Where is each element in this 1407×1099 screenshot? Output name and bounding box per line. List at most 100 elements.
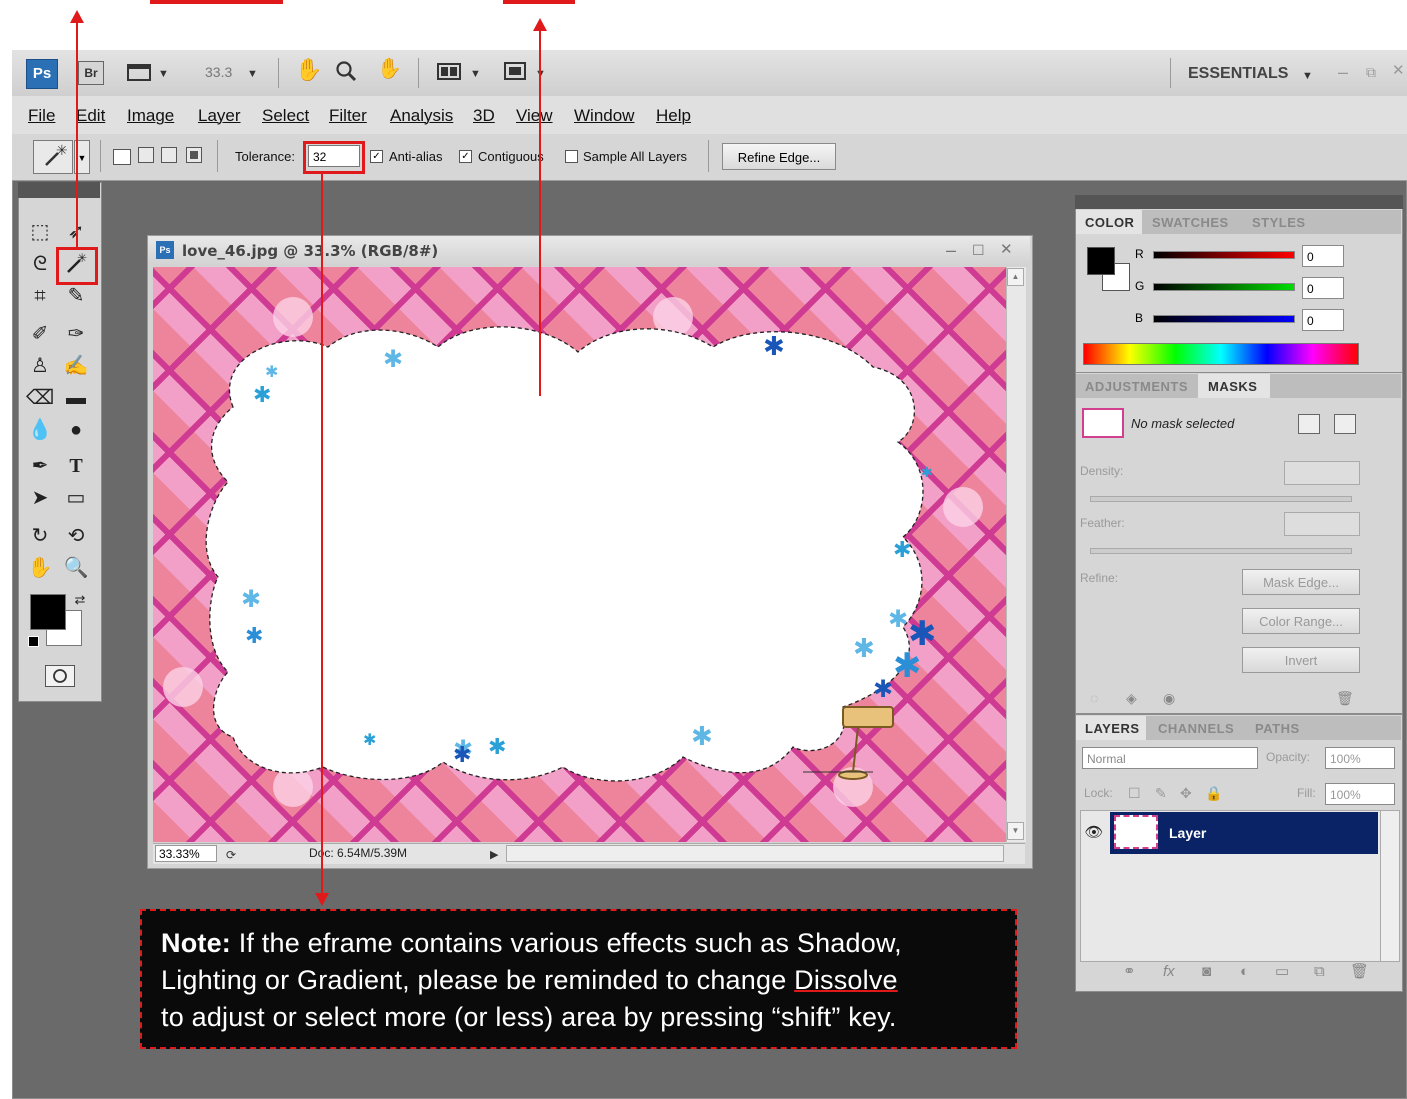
antialias-checkbox[interactable]: ✓ <box>370 150 383 163</box>
selection-mode-new[interactable] <box>113 149 131 165</box>
brush-tool-icon[interactable]: ✑ <box>62 320 90 348</box>
visibility-mask-icon[interactable]: ◉ <box>1163 688 1175 708</box>
crop-tool-icon[interactable]: ⌗ <box>26 282 54 310</box>
status-preview-icon[interactable]: ⟳ <box>226 845 236 865</box>
menu-help[interactable]: Help <box>656 106 691 126</box>
rotate-view-icon[interactable]: ✋ <box>377 59 402 79</box>
delete-mask-icon[interactable]: 🗑 <box>1336 688 1354 708</box>
scroll-up-arrow[interactable]: ▲ <box>1007 268 1024 286</box>
menu-file[interactable]: File <box>28 106 55 126</box>
screen-mode-icon[interactable] <box>125 62 155 86</box>
default-colors-icon[interactable] <box>28 636 39 647</box>
menu-filter[interactable]: Filter <box>329 106 367 126</box>
new-layer-icon[interactable]: ⧉ <box>1314 962 1325 982</box>
lock-all-icon[interactable]: 🔒 <box>1205 783 1222 803</box>
restore-icon[interactable]: ⧉ <box>1366 62 1376 82</box>
quick-mask-button[interactable] <box>45 665 75 687</box>
density-input[interactable] <box>1284 461 1360 485</box>
blend-mode-select[interactable]: Normal <box>1082 747 1258 769</box>
r-value-input[interactable]: 0 <box>1302 245 1344 267</box>
feather-input[interactable] <box>1284 512 1360 536</box>
menu-layer[interactable]: Layer <box>198 106 241 126</box>
horizontal-scrollbar[interactable] <box>506 845 1004 862</box>
color-range-button[interactable]: Color Range... <box>1242 608 1360 634</box>
type-tool-icon[interactable]: T <box>62 452 90 480</box>
lock-image-icon[interactable]: ✎ <box>1155 783 1167 803</box>
eraser-tool-icon[interactable]: ⌫ <box>26 384 54 412</box>
lasso-tool-icon[interactable]: ᘓ <box>26 250 54 278</box>
blur-tool-icon[interactable]: 💧 <box>26 416 54 444</box>
g-slider[interactable] <box>1153 283 1295 291</box>
density-slider[interactable] <box>1090 496 1352 502</box>
layer-visibility-icon[interactable]: 👁 <box>1080 812 1108 854</box>
chevron-down-icon[interactable]: ▼ <box>470 64 481 84</box>
tab-adjustments[interactable]: ADJUSTMENTS <box>1085 379 1188 394</box>
menu-window[interactable]: Window <box>574 106 634 126</box>
layer-name[interactable]: Layer <box>1169 825 1206 841</box>
gradient-tool-icon[interactable]: ▬ <box>62 384 90 412</box>
tool-preset-picker[interactable]: ✳ <box>33 140 73 174</box>
bridge-button[interactable]: Br <box>78 61 104 85</box>
panel-dock-header[interactable] <box>1075 195 1403 209</box>
mask-edge-button[interactable]: Mask Edge... <box>1242 569 1360 595</box>
tab-channels[interactable]: CHANNELS <box>1158 721 1234 736</box>
contiguous-checkbox[interactable]: ✓ <box>459 150 472 163</box>
tab-masks[interactable]: MASKS <box>1208 379 1257 394</box>
add-pixel-mask-icon[interactable] <box>1298 414 1320 434</box>
invert-button[interactable]: Invert <box>1242 647 1360 673</box>
tab-swatches[interactable]: SWATCHES <box>1152 215 1229 230</box>
toolbox-header[interactable] <box>18 182 100 198</box>
tab-layers[interactable]: LAYERS <box>1085 721 1140 736</box>
arrange-documents-icon[interactable] <box>436 61 462 85</box>
opacity-input[interactable]: 100% <box>1325 747 1395 769</box>
b-slider[interactable] <box>1153 315 1295 323</box>
color-fg-swatch[interactable] <box>1087 247 1115 275</box>
load-selection-icon[interactable]: ◌ <box>1090 688 1098 708</box>
selection-mode-subtract[interactable] <box>161 147 177 163</box>
menu-image[interactable]: Image <box>127 106 174 126</box>
b-value-input[interactable]: 0 <box>1302 309 1344 331</box>
fill-input[interactable]: 100% <box>1325 783 1395 805</box>
minimize-icon[interactable]: – <box>1338 62 1348 82</box>
link-layers-icon[interactable]: ⚭ <box>1123 962 1136 982</box>
marquee-tool-icon[interactable]: ⬚ <box>26 218 54 246</box>
pen-tool-icon[interactable]: ✒ <box>26 452 54 480</box>
shape-tool-icon[interactable]: ▭ <box>62 484 90 512</box>
vertical-scrollbar[interactable] <box>1006 267 1026 842</box>
zoom-status-field[interactable]: 33.33% <box>155 845 217 862</box>
doc-minimize-icon[interactable]: – <box>946 240 956 260</box>
lock-position-icon[interactable]: ✥ <box>1180 783 1192 803</box>
zoom-icon[interactable] <box>335 60 357 86</box>
tab-color[interactable]: COLOR <box>1085 215 1134 230</box>
chevron-down-icon[interactable]: ▼ <box>158 64 169 84</box>
delete-layer-icon[interactable]: 🗑 <box>1350 962 1369 982</box>
new-group-icon[interactable]: ▭ <box>1275 962 1289 982</box>
add-vector-mask-icon[interactable] <box>1334 414 1356 434</box>
swap-colors-icon[interactable]: ⇄ <box>66 586 94 614</box>
image-canvas[interactable]: ✱ ✱ ✱ ✱ ✱ ✱ ✱ ✱ ✱ ✱ ✱ ✱ ✱ ✱ ✱ ✱ ✱ ✱ <box>153 267 1006 842</box>
path-selection-tool-icon[interactable]: ➤ <box>26 484 54 512</box>
layers-scrollbar[interactable] <box>1380 810 1400 962</box>
menu-view[interactable]: View <box>516 106 553 126</box>
3d-rotate-tool-icon[interactable]: ↻ <box>26 522 54 550</box>
hand-tool-icon[interactable]: ✋ <box>26 554 54 582</box>
status-menu-arrow[interactable]: ▶ <box>490 845 498 865</box>
3d-orbit-tool-icon[interactable]: ⟲ <box>62 522 90 550</box>
menu-edit[interactable]: Edit <box>76 106 105 126</box>
add-mask-icon[interactable]: ◙ <box>1202 962 1211 982</box>
g-value-input[interactable]: 0 <box>1302 277 1344 299</box>
menu-select[interactable]: Select <box>262 106 309 126</box>
sample-all-layers-checkbox[interactable] <box>565 150 578 163</box>
chevron-down-icon[interactable]: ▼ <box>1302 66 1313 86</box>
zoom-level[interactable]: 33.3 <box>205 64 232 80</box>
selection-mode-add[interactable] <box>138 147 154 163</box>
healing-brush-tool-icon[interactable]: ✐ <box>26 320 54 348</box>
hand-icon[interactable]: ✋ <box>295 59 322 81</box>
menu-analysis[interactable]: Analysis <box>390 106 453 126</box>
doc-maximize-icon[interactable]: ☐ <box>972 240 985 260</box>
ps-logo[interactable]: Ps <box>26 59 58 89</box>
doc-close-icon[interactable]: ✕ <box>1000 240 1013 260</box>
selection-mode-intersect[interactable] <box>186 147 202 163</box>
chevron-down-icon[interactable]: ▼ <box>247 64 258 84</box>
layer-style-icon[interactable]: fx <box>1163 962 1175 982</box>
